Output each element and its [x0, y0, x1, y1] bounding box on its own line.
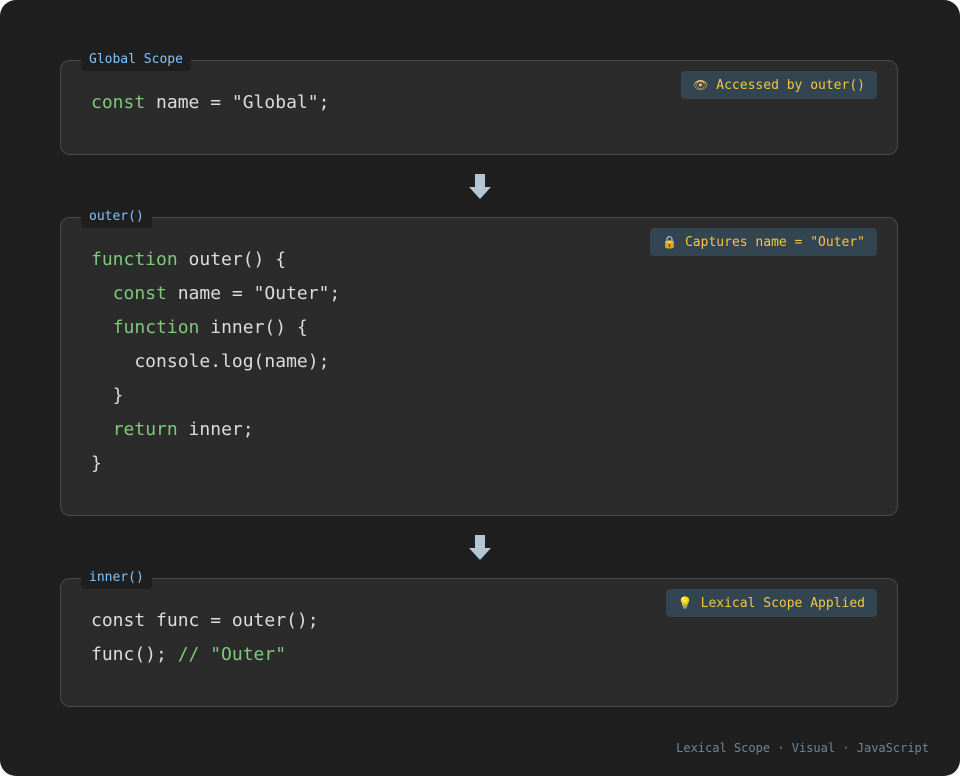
- code-text: outer() {: [177, 249, 287, 270]
- global-scope-code: const name = "Global";: [91, 86, 329, 120]
- code-keyword: return: [112, 419, 178, 440]
- outer-scope-badge-text: Captures name = "Outer": [684, 234, 865, 250]
- code-text: name = "Global";: [145, 92, 330, 113]
- code-text: inner;: [177, 419, 254, 440]
- diagram-canvas: Global Scope 👁 Accessed by outer() const…: [0, 0, 960, 776]
- inner-scope-code: const func = outer(); func(); // "Outer": [91, 604, 319, 672]
- global-scope-box: Global Scope 👁 Accessed by outer() const…: [60, 49, 898, 155]
- code-keyword: function: [112, 317, 200, 338]
- code-text: }: [91, 385, 124, 406]
- code-keyword: function: [91, 249, 178, 270]
- code-line: const name = "Global";: [91, 86, 329, 120]
- code-comment: // "Outer": [177, 644, 287, 665]
- code-line: func(); // "Outer": [91, 638, 319, 672]
- code-line: const name = "Outer";: [91, 277, 341, 311]
- code-keyword: const: [112, 283, 167, 304]
- code-line: return inner;: [91, 413, 340, 447]
- code-line: function outer() {: [91, 243, 340, 277]
- outer-scope-label: outer(): [81, 206, 152, 228]
- code-text: }: [91, 453, 102, 474]
- lightbulb-icon: 💡: [677, 596, 693, 610]
- code-text: func();: [91, 644, 178, 665]
- outer-scope-box: outer() 🔒 Captures name = "Outer" functi…: [60, 206, 898, 516]
- outer-scope-code: function outer() { const name = "Outer";…: [91, 243, 340, 481]
- inner-scope-label: inner(): [81, 567, 152, 589]
- code-line: console.log(name);: [91, 345, 340, 379]
- global-scope-badge: 👁 Accessed by outer(): [681, 71, 877, 99]
- code-line: }: [91, 379, 340, 413]
- down-arrow-icon: [469, 535, 491, 560]
- code-line: const func = outer();: [91, 604, 319, 638]
- inner-scope-badge-text: Lexical Scope Applied: [700, 595, 865, 611]
- code-keyword: const: [91, 92, 146, 113]
- outer-scope-badge: 🔒 Captures name = "Outer": [650, 228, 877, 256]
- down-arrow-icon: [469, 174, 491, 199]
- code-line: }: [91, 447, 340, 481]
- code-line: function inner() {: [91, 311, 340, 345]
- lock-icon: 🔒: [662, 235, 677, 249]
- code-text: name = "Outer";: [166, 283, 341, 304]
- inner-scope-box: inner() 💡 Lexical Scope Applied const fu…: [60, 567, 898, 707]
- inner-scope-badge: 💡 Lexical Scope Applied: [665, 589, 877, 617]
- code-text: const func = outer();: [91, 610, 319, 631]
- global-scope-badge-text: Accessed by outer(): [716, 77, 865, 93]
- code-text: inner() {: [199, 317, 308, 338]
- code-text: console.log(name);: [91, 351, 330, 372]
- footer-caption: Lexical Scope · Visual · JavaScript: [676, 741, 929, 755]
- eye-icon: 👁: [693, 78, 709, 92]
- global-scope-label: Global Scope: [81, 49, 191, 71]
